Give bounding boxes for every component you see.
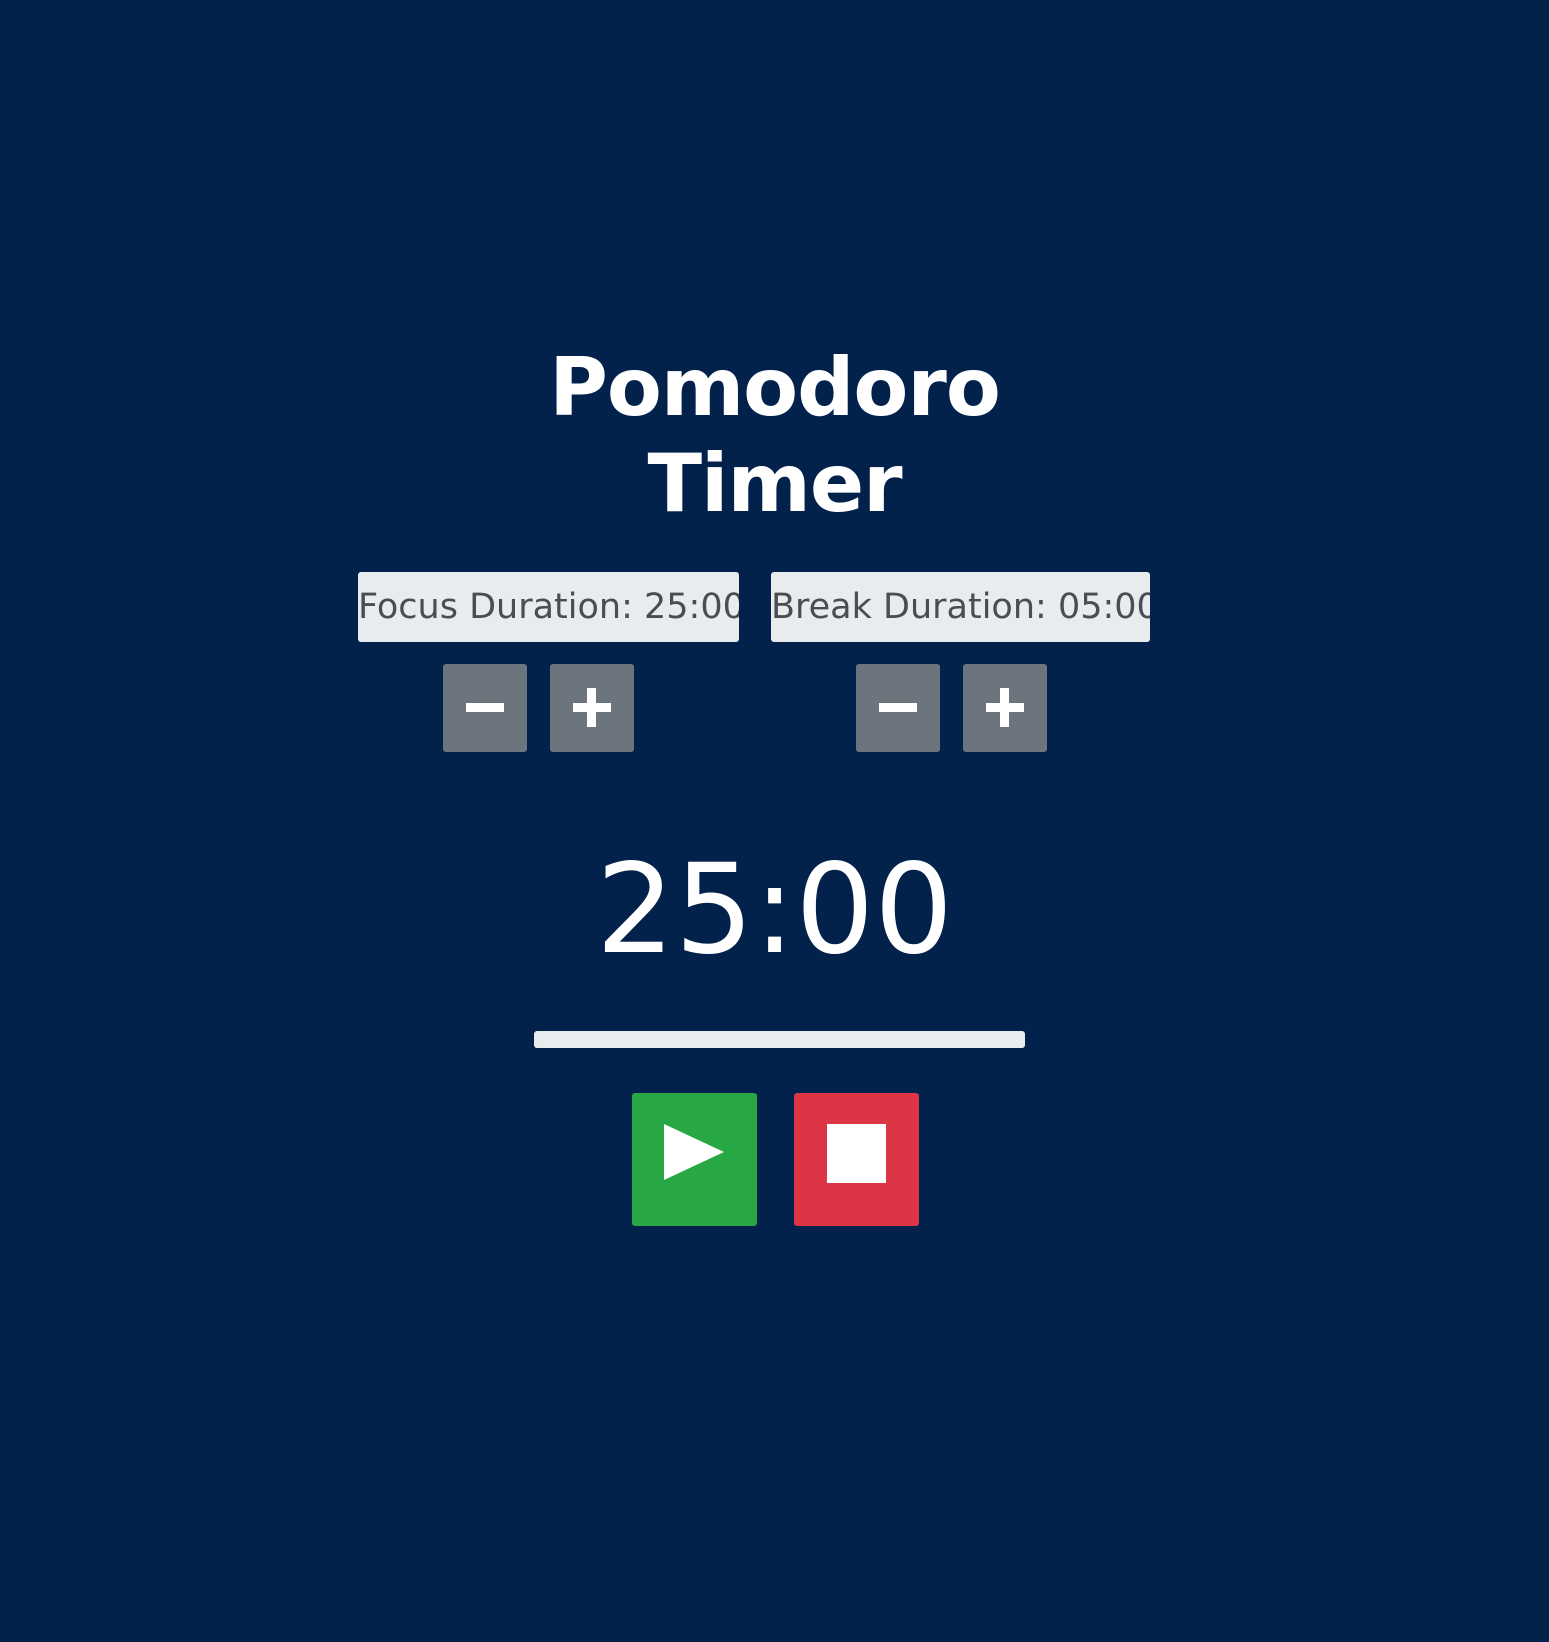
break-increase-button[interactable]	[963, 664, 1047, 752]
minus-icon	[466, 703, 504, 712]
title-line-1: Pomodoro	[549, 341, 1001, 434]
minus-icon	[879, 703, 917, 712]
timer-display: 25:00	[595, 838, 954, 982]
break-duration-label: Break Duration: 05:00	[771, 572, 1150, 642]
focus-duration-label: Focus Duration: 25:00	[358, 572, 739, 642]
focus-decrease-button[interactable]	[443, 664, 527, 752]
page-title: Pomodoro Timer	[0, 340, 1549, 532]
break-decrease-button[interactable]	[856, 664, 940, 752]
progress-bar	[534, 1031, 1025, 1048]
stop-button[interactable]	[794, 1093, 919, 1226]
play-icon	[664, 1124, 724, 1180]
stop-icon	[827, 1124, 886, 1183]
start-button[interactable]	[632, 1093, 757, 1226]
focus-increase-button[interactable]	[550, 664, 634, 752]
title-line-2: Timer	[647, 437, 902, 530]
